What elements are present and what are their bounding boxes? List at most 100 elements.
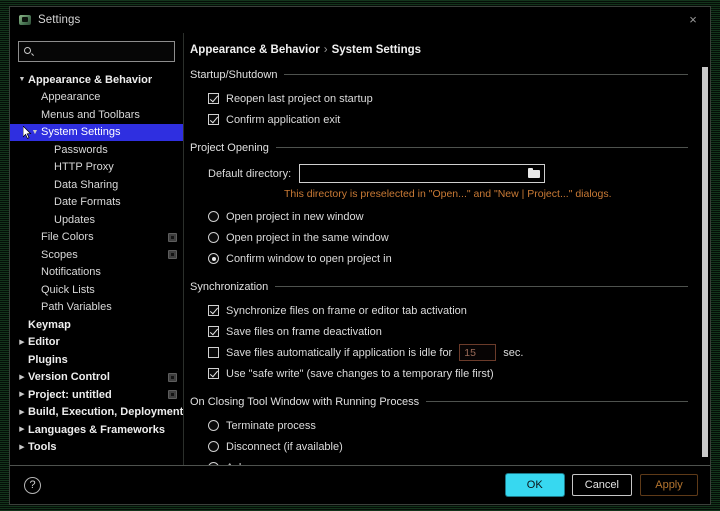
sidebar-item-label: Passwords bbox=[54, 143, 108, 156]
sidebar-item-file-colors[interactable]: File Colors bbox=[10, 229, 183, 247]
ok-button[interactable]: OK bbox=[505, 474, 564, 496]
radio-disconnect[interactable] bbox=[208, 441, 219, 452]
chevron-right-icon[interactable]: ▶ bbox=[16, 391, 28, 398]
sidebar-item-passwords[interactable]: Passwords bbox=[10, 141, 183, 159]
sidebar-item-project-untitled[interactable]: ▶ Project: untitled bbox=[10, 386, 183, 404]
search-box[interactable] bbox=[18, 41, 181, 62]
sidebar-item-system-settings[interactable]: ▼ System Settings bbox=[10, 123, 183, 141]
settings-content-pane: Appearance & Behavior › System Settings St… bbox=[184, 33, 710, 465]
chevron-right-icon[interactable]: ▶ bbox=[16, 339, 28, 346]
chevron-right-icon[interactable]: ▶ bbox=[16, 409, 28, 416]
content-scrollbar[interactable] bbox=[702, 59, 708, 465]
sidebar-item-notifications[interactable]: Notifications bbox=[10, 264, 183, 282]
checkbox-row-synchronize-files[interactable]: Synchronize files on frame or editor tab… bbox=[208, 300, 710, 321]
section-title: Startup/Shutdown bbox=[190, 68, 278, 81]
sidebar-item-version-control[interactable]: ▶ Version Control bbox=[10, 369, 183, 387]
checkbox-reopen-last-project[interactable] bbox=[208, 93, 219, 104]
sidebar-item-label: Appearance bbox=[41, 91, 101, 104]
sidebar-item-http-proxy[interactable]: HTTP Proxy bbox=[10, 159, 183, 177]
radio-row-confirm-window[interactable]: Confirm window to open project in bbox=[208, 248, 710, 269]
title-bar: Settings × bbox=[10, 7, 710, 33]
sidebar-item-label: Keymap bbox=[28, 318, 71, 331]
idle-seconds-input[interactable] bbox=[459, 344, 497, 361]
sidebar-item-keymap[interactable]: Keymap bbox=[10, 316, 183, 334]
scrollbar-thumb[interactable] bbox=[702, 67, 708, 457]
default-directory-input[interactable] bbox=[305, 167, 529, 180]
radio-row-disconnect[interactable]: Disconnect (if available) bbox=[208, 436, 710, 457]
radio-row-terminate-process[interactable]: Terminate process bbox=[208, 415, 710, 436]
checkbox-row-confirm-application-exit[interactable]: Confirm application exit bbox=[208, 109, 710, 130]
radio-confirm-window[interactable] bbox=[208, 253, 219, 264]
checkbox-autosave-idle[interactable] bbox=[208, 347, 219, 358]
sidebar-item-date-formats[interactable]: Date Formats bbox=[10, 194, 183, 212]
sidebar-item-build-execution-deployment[interactable]: ▶ Build, Execution, Deployment bbox=[10, 404, 183, 422]
apply-button[interactable]: Apply bbox=[640, 474, 698, 496]
autosave-label-before: Save files automatically if application … bbox=[226, 346, 453, 359]
chevron-right-icon[interactable]: ▶ bbox=[16, 374, 28, 381]
sidebar-item-label: Path Variables bbox=[41, 301, 112, 314]
checkbox-synchronize-files[interactable] bbox=[208, 305, 219, 316]
radio-row-open-in-same-window[interactable]: Open project in the same window bbox=[208, 227, 710, 248]
settings-marker-icon bbox=[168, 250, 177, 260]
section-body: Default directory: This directory is pre… bbox=[190, 156, 710, 276]
checkbox-row-save-on-deactivation[interactable]: Save files on frame deactivation bbox=[208, 321, 710, 342]
section-synchronization: Synchronization Synchronize files on fra… bbox=[190, 278, 710, 391]
radio-open-in-same-window[interactable] bbox=[208, 232, 219, 243]
checkbox-row-safe-write[interactable]: Use "safe write" (save changes to a temp… bbox=[208, 363, 710, 384]
sidebar-item-tools[interactable]: ▶ Tools bbox=[10, 439, 183, 457]
sidebar-item-path-variables[interactable]: Path Variables bbox=[10, 299, 183, 317]
sidebar-item-label: HTTP Proxy bbox=[54, 161, 114, 174]
default-directory-label: Default directory: bbox=[208, 167, 292, 180]
autosave-label-after: sec. bbox=[503, 346, 524, 359]
checkbox-label: Synchronize files on frame or editor tab… bbox=[226, 304, 467, 317]
default-directory-hint: This directory is preselected in "Open..… bbox=[284, 188, 612, 200]
close-icon[interactable]: × bbox=[685, 12, 701, 28]
breadcrumb-parent[interactable]: Appearance & Behavior bbox=[190, 44, 320, 56]
folder-icon[interactable] bbox=[528, 168, 541, 179]
sidebar-item-data-sharing[interactable]: Data Sharing bbox=[10, 176, 183, 194]
breadcrumb-separator-icon: › bbox=[323, 44, 328, 56]
sidebar-item-label: Languages & Frameworks bbox=[28, 423, 165, 436]
section-project-opening: Project Opening Default directory: This … bbox=[190, 139, 710, 276]
sidebar-item-editor[interactable]: ▶ Editor bbox=[10, 334, 183, 352]
sidebar-item-menus-and-toolbars[interactable]: Menus and Toolbars bbox=[10, 106, 183, 124]
dialog-body: ▼ Appearance & Behavior Appearance Menus an… bbox=[10, 33, 710, 465]
sidebar-item-label: Scopes bbox=[41, 248, 78, 261]
checkbox-save-on-deactivation[interactable] bbox=[208, 326, 219, 337]
settings-tree: ▼ Appearance & Behavior Appearance Menus an… bbox=[10, 70, 183, 465]
sidebar-item-updates[interactable]: Updates bbox=[10, 211, 183, 229]
search-input[interactable] bbox=[39, 45, 181, 58]
radio-label: Open project in the same window bbox=[226, 231, 389, 244]
settings-sections: Startup/Shutdown Reopen last project on … bbox=[184, 56, 710, 465]
sidebar-item-appearance-behavior[interactable]: ▼ Appearance & Behavior bbox=[10, 71, 183, 89]
checkbox-safe-write[interactable] bbox=[208, 368, 219, 379]
chevron-right-icon[interactable]: ▶ bbox=[16, 426, 28, 433]
chevron-right-icon[interactable]: ▶ bbox=[16, 444, 28, 451]
radio-ask[interactable] bbox=[208, 462, 219, 465]
sidebar-item-appearance[interactable]: Appearance bbox=[10, 89, 183, 107]
sidebar-item-scopes[interactable]: Scopes bbox=[10, 246, 183, 264]
section-title: On Closing Tool Window with Running Proc… bbox=[190, 395, 420, 408]
section-divider bbox=[275, 286, 688, 287]
section-divider bbox=[275, 147, 688, 148]
settings-marker-icon bbox=[168, 232, 177, 242]
chevron-down-icon[interactable]: ▼ bbox=[29, 129, 41, 136]
section-body: Reopen last project on startup Confirm a… bbox=[190, 83, 710, 137]
radio-open-in-new-window[interactable] bbox=[208, 211, 219, 222]
chevron-down-icon[interactable]: ▼ bbox=[16, 76, 28, 83]
checkbox-confirm-application-exit[interactable] bbox=[208, 114, 219, 125]
sidebar-item-quick-lists[interactable]: Quick Lists bbox=[10, 281, 183, 299]
breadcrumb: Appearance & Behavior › System Settings bbox=[184, 33, 710, 56]
sidebar-item-plugins[interactable]: Plugins bbox=[10, 351, 183, 369]
breadcrumb-current: System Settings bbox=[331, 44, 422, 56]
help-icon[interactable]: ? bbox=[24, 476, 41, 494]
checkbox-row-reopen-last-project[interactable]: Reopen last project on startup bbox=[208, 88, 710, 109]
default-directory-field[interactable] bbox=[299, 164, 546, 183]
section-header: Synchronization bbox=[190, 278, 710, 295]
sidebar-item-languages-frameworks[interactable]: ▶ Languages & Frameworks bbox=[10, 421, 183, 439]
radio-row-ask[interactable]: Ask bbox=[208, 457, 710, 465]
radio-row-open-in-new-window[interactable]: Open project in new window bbox=[208, 206, 710, 227]
radio-terminate-process[interactable] bbox=[208, 420, 219, 431]
cancel-button[interactable]: Cancel bbox=[571, 474, 632, 496]
checkbox-row-autosave-idle[interactable]: Save files automatically if application … bbox=[208, 342, 710, 363]
